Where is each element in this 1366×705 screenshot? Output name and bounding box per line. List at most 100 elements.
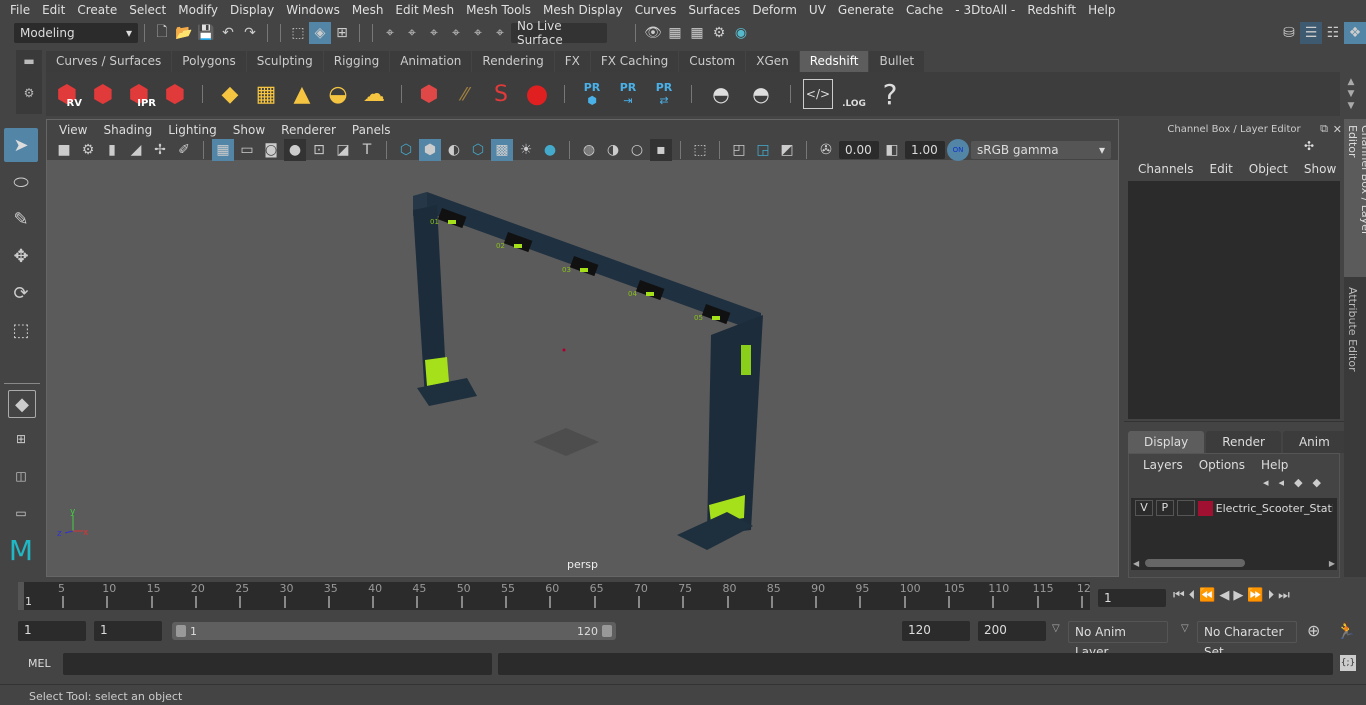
- outliner-layout-icon[interactable]: ▭: [4, 496, 38, 530]
- viewport-menu-panels[interactable]: Panels: [344, 123, 399, 137]
- menu-edit-mesh[interactable]: Edit Mesh: [389, 3, 460, 17]
- range-end-handle[interactable]: [602, 625, 612, 637]
- shelf-scroll[interactable]: ▲ ▼ ▼: [1344, 76, 1358, 112]
- menu-generate[interactable]: Generate: [832, 3, 900, 17]
- move-layer-down-icon[interactable]: ◂: [1279, 476, 1295, 489]
- smooth-shade-icon[interactable]: ⬢: [419, 139, 441, 161]
- sun-sky-icon[interactable]: ☁: [359, 79, 389, 109]
- side-tab-attribute-editor[interactable]: Attribute Editor: [1344, 281, 1361, 381]
- menu-surfaces[interactable]: Surfaces: [682, 3, 746, 17]
- wireframe-on-shaded-icon[interactable]: ◐: [443, 139, 465, 161]
- 2d-pan-zoom-icon[interactable]: ✢: [149, 139, 171, 161]
- mode-dropdown[interactable]: Modeling ▾: [14, 22, 138, 43]
- menu-select[interactable]: Select: [123, 3, 172, 17]
- render-view-icon[interactable]: 👁: [642, 22, 664, 44]
- curve-icon[interactable]: S: [486, 79, 516, 109]
- film-gate-icon[interactable]: ▭: [236, 139, 258, 161]
- go-to-start-icon[interactable]: ⏮: [1173, 588, 1185, 603]
- portal-light-icon[interactable]: ▦: [251, 79, 281, 109]
- hair-icon[interactable]: ⁄⁄: [450, 79, 480, 109]
- attribute-editor-toggle-icon[interactable]: ☰: [1300, 21, 1322, 44]
- play-forward-icon[interactable]: ▶: [1233, 588, 1243, 603]
- proxy-swap-icon[interactable]: PR ⇄: [649, 79, 679, 109]
- redshift-render-sequence-icon[interactable]: ⬢: [88, 79, 118, 109]
- layer-row[interactable]: V P Electric_Scooter_Station: [1131, 498, 1337, 518]
- new-layer-selected-icon[interactable]: ◆: [1313, 476, 1331, 489]
- area-light-icon[interactable]: ◆: [215, 79, 245, 109]
- manipulator-icon[interactable]: ✣: [1124, 139, 1344, 159]
- tab-redshift[interactable]: Redshift: [799, 51, 870, 72]
- viewport-menu-shading[interactable]: Shading: [95, 123, 160, 137]
- tab-animation[interactable]: Animation: [390, 51, 473, 72]
- select-tool-icon[interactable]: ➤: [4, 128, 38, 162]
- sphere-material-icon[interactable]: ●: [522, 79, 552, 109]
- new-layer-icon[interactable]: ◆: [1294, 476, 1312, 489]
- menu-3dtoall[interactable]: - 3DtoAll -: [949, 3, 1021, 17]
- two-view-layout-icon[interactable]: ◫: [4, 459, 38, 493]
- channel-box-menu-channels[interactable]: Channels: [1130, 162, 1202, 176]
- layer-menu-layers[interactable]: Layers: [1135, 458, 1191, 472]
- layer-tab-render[interactable]: Render: [1206, 431, 1281, 453]
- scale-tool-icon[interactable]: ⬚: [4, 313, 38, 347]
- camera-select-icon[interactable]: ■: [53, 139, 75, 161]
- motion-blur-icon[interactable]: ◑: [602, 139, 624, 161]
- gate-mask-icon[interactable]: ●: [284, 139, 306, 161]
- single-view-layout-icon[interactable]: ◆: [8, 390, 36, 418]
- shelf-settings-icon[interactable]: ⚙: [16, 86, 42, 100]
- snap-view-icon[interactable]: ⌖: [445, 22, 467, 44]
- snap-curve-icon[interactable]: ⌖: [401, 22, 423, 44]
- channel-box-menu-object[interactable]: Object: [1241, 162, 1296, 176]
- menu-mesh-tools[interactable]: Mesh Tools: [460, 3, 537, 17]
- modeling-toolkit-icon[interactable]: ⛁: [1278, 22, 1300, 44]
- menu-windows[interactable]: Windows: [280, 3, 346, 17]
- redshift-rv-icon[interactable]: ⬢ RV: [52, 79, 82, 109]
- proxy-export-icon[interactable]: PR ⬢: [577, 79, 607, 109]
- shelf-menu-icon[interactable]: ▬: [16, 54, 42, 68]
- viewport-persp[interactable]: View Shading Lighting Show Renderer Panels ■ …: [46, 119, 1119, 577]
- tab-rigging[interactable]: Rigging: [323, 51, 391, 72]
- layer-menu-help[interactable]: Help: [1253, 458, 1296, 472]
- menu-file[interactable]: File: [4, 3, 36, 17]
- proxy-import-icon[interactable]: PR ⇥: [613, 79, 643, 109]
- use-all-lights-icon[interactable]: ☀: [515, 139, 537, 161]
- menu-mesh[interactable]: Mesh: [346, 3, 390, 17]
- step-back-key-icon[interactable]: ⏪: [1199, 588, 1215, 603]
- screen-space-ao-icon[interactable]: ◍: [578, 139, 600, 161]
- layer-visibility-toggle[interactable]: V: [1135, 500, 1153, 516]
- hypershade-icon[interactable]: ◉: [730, 22, 752, 44]
- layer-display-type-toggle[interactable]: [1176, 500, 1195, 516]
- field-chart-icon[interactable]: ⊡: [308, 139, 330, 161]
- menu-curves[interactable]: Curves: [629, 3, 683, 17]
- redo-icon[interactable]: ↷: [239, 22, 261, 44]
- save-scene-icon[interactable]: 💾: [195, 22, 217, 44]
- script-editor-button[interactable]: {;}: [1340, 655, 1356, 671]
- gamma-icon[interactable]: ◧: [881, 139, 903, 161]
- snap-live-icon[interactable]: ⌖: [489, 22, 511, 44]
- menu-deform[interactable]: Deform: [746, 3, 803, 17]
- tab-bullet[interactable]: Bullet: [869, 51, 926, 72]
- exposure-icon[interactable]: ✇: [815, 139, 837, 161]
- select-component-icon[interactable]: ⊞: [331, 22, 353, 44]
- play-backward-icon[interactable]: ◀: [1219, 588, 1229, 603]
- menu-mesh-display[interactable]: Mesh Display: [537, 3, 629, 17]
- viewport-menu-view[interactable]: View: [51, 123, 95, 137]
- redshift-ipr-icon[interactable]: ⬢ IPR: [124, 79, 156, 109]
- range-slider[interactable]: 1 120: [172, 622, 616, 640]
- step-forward-key-icon[interactable]: ⏩: [1247, 588, 1263, 603]
- anim-layer-chevron-icon[interactable]: ▽: [1052, 623, 1060, 634]
- float-panel-icon[interactable]: ⧉: [1320, 122, 1328, 136]
- menu-uv[interactable]: UV: [803, 3, 832, 17]
- resolution-gate-icon[interactable]: ◙: [260, 139, 282, 161]
- volume-icon[interactable]: ⬢: [414, 79, 444, 109]
- animation-prefs-icon[interactable]: 🏃: [1336, 621, 1356, 640]
- move-layer-up-icon[interactable]: ◂: [1263, 476, 1279, 489]
- gamma-field[interactable]: 1.00: [905, 141, 945, 159]
- playback-end-field[interactable]: 120: [902, 621, 970, 641]
- safe-title-icon[interactable]: T: [356, 139, 378, 161]
- end-time-field[interactable]: 200: [978, 621, 1046, 641]
- script-language-toggle[interactable]: MEL: [28, 657, 51, 670]
- tab-fx[interactable]: FX: [554, 51, 591, 72]
- channel-box-toggle-icon[interactable]: ❖: [1344, 21, 1366, 44]
- redshift-settings-icon[interactable]: ⬢: [160, 79, 190, 109]
- new-scene-icon[interactable]: 🗋: [151, 22, 173, 44]
